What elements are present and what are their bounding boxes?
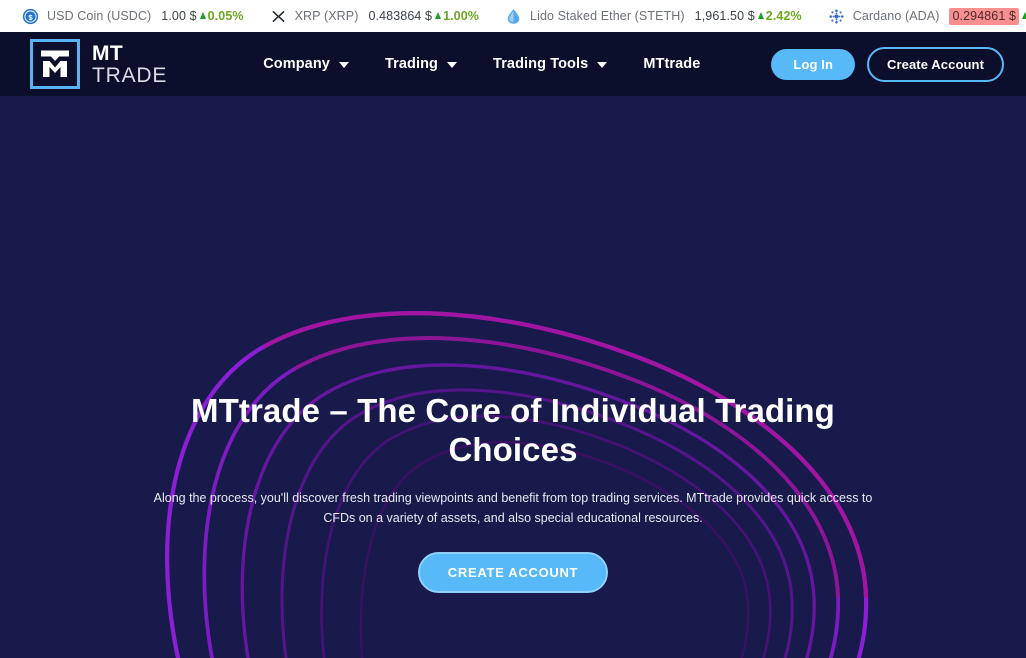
nav-item-mttrade[interactable]: MTtrade	[643, 56, 700, 72]
arrow-up-icon	[1022, 11, 1026, 19]
ticker-price-highlighted: 0.294861 $	[949, 7, 1020, 25]
log-in-button[interactable]: Log In	[771, 48, 855, 80]
ticker-coin-name: Cardano (ADA)	[852, 9, 940, 23]
header-actions: Log In Create Account	[771, 46, 1004, 82]
hero-section: MTtrade – The Core of Individual Trading…	[0, 96, 1026, 658]
ticker-item[interactable]: $ USD Coin (USDC) 1.00 $ 0.05%	[22, 8, 244, 25]
ticker-price: 1.00 $	[161, 9, 197, 23]
nav-item-trading-tools[interactable]: Trading Tools	[493, 56, 608, 72]
chevron-down-icon	[447, 62, 458, 68]
ticker-price: 1,961.50 $	[694, 9, 755, 23]
nav-label: MTtrade	[643, 56, 701, 72]
ticker-change: 2.42%	[757, 9, 802, 23]
ticker-item[interactable]: Lido Staked Ether (STETH) 1,961.50 $ 2.4…	[505, 8, 802, 25]
nav-label: Trading Tools	[493, 56, 589, 72]
chevron-down-icon	[597, 62, 608, 68]
ticker-change: 2.04%	[1022, 9, 1026, 23]
ticker-change: 1.00%	[435, 9, 479, 23]
arrow-up-icon	[757, 11, 764, 19]
mt-logo-mark-icon	[30, 39, 80, 89]
site-logo[interactable]: MT TRADE	[30, 39, 167, 89]
nav-label: Company	[263, 56, 330, 72]
nav-item-trading[interactable]: Trading	[384, 56, 458, 72]
ticker-price: 0.483864 $	[368, 9, 433, 23]
hero-create-account-button[interactable]: CREATE ACCOUNT	[417, 551, 609, 593]
main-navigation: Company Trading Trading Tools MTtrade	[263, 56, 771, 72]
ticker-change: 0.05%	[199, 9, 244, 23]
logo-mt-text: MT	[92, 41, 124, 65]
xrp-coin-icon	[272, 10, 285, 22]
usdc-coin-icon: $	[22, 8, 39, 24]
create-account-button[interactable]: Create Account	[867, 46, 1004, 82]
ticker-coin-name: XRP (XRP)	[294, 9, 359, 23]
chevron-down-icon	[338, 62, 349, 68]
arrow-up-icon	[435, 11, 442, 19]
ticker-coin-name: USD Coin (USDC)	[47, 9, 152, 23]
crypto-ticker-bar[interactable]: $ USD Coin (USDC) 1.00 $ 0.05% XRP (XRP)…	[0, 0, 1026, 32]
ada-coin-icon	[829, 8, 844, 24]
ticker-item[interactable]: Cardano (ADA) 0.294861 $ 2.04%	[828, 7, 1026, 25]
hero-content: MTtrade – The Core of Individual Trading…	[0, 96, 1026, 658]
arrow-up-icon	[199, 11, 206, 19]
site-header: MT TRADE Company Trading Trading Tools M…	[0, 32, 1026, 96]
ticker-item[interactable]: XRP (XRP) 0.483864 $ 1.00%	[270, 8, 479, 25]
hero-subtitle: Along the process, you'll discover fresh…	[153, 491, 873, 525]
ticker-coin-name: Lido Staked Ether (STETH)	[530, 9, 685, 23]
nav-label: Trading	[384, 56, 439, 72]
nav-item-company[interactable]: Company	[263, 56, 349, 72]
logo-trade-text: TRADE	[92, 63, 168, 87]
hero-title: MTtrade – The Core of Individual Trading…	[191, 392, 835, 468]
steth-coin-icon	[507, 8, 520, 24]
logo-wordmark: MT TRADE	[92, 43, 167, 86]
